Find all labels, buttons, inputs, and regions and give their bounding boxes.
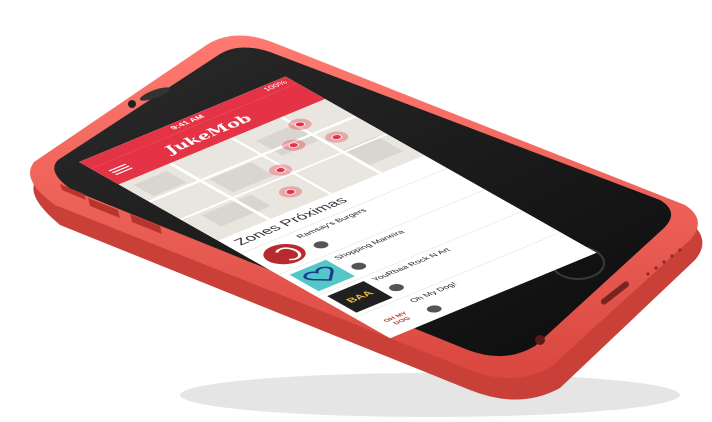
avatar [423, 303, 445, 314]
map-pin[interactable] [274, 184, 307, 200]
front-camera [128, 100, 136, 108]
avatar [310, 239, 332, 250]
avatar [348, 261, 370, 272]
avatar [386, 282, 407, 293]
device-mockup: 9:41 AM 100% JukeMob Zones Próximas Rams… [0, 0, 712, 422]
headphone-jack [535, 335, 545, 345]
phone-shadow [180, 373, 680, 417]
